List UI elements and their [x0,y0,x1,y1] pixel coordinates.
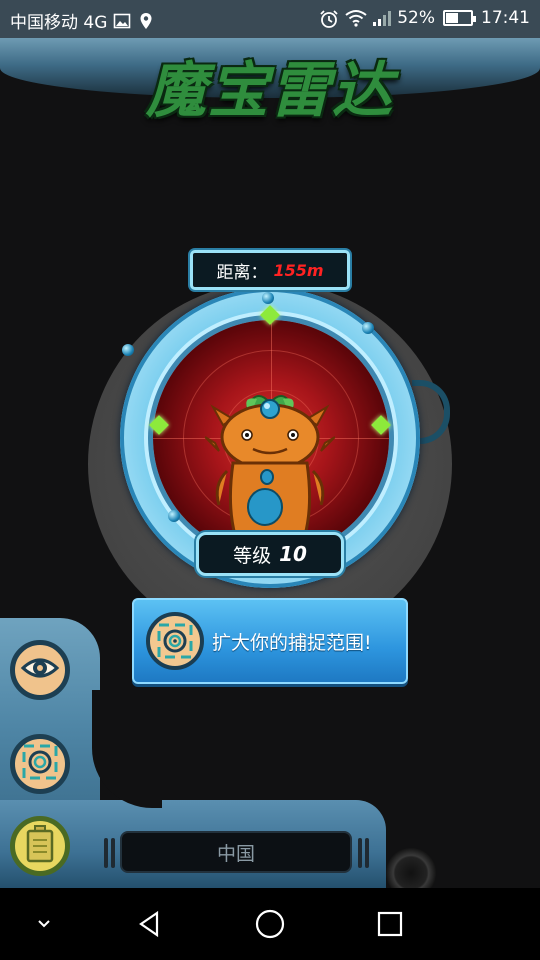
battery-fill [446,13,458,23]
level-badge: 等级 10 [196,532,344,576]
radar-bead [362,322,374,334]
radar-bead [168,510,180,522]
recents-icon[interactable] [368,902,412,946]
battery-percent: 52% [397,8,435,28]
status-bar: 中国移动 4G 52% 17:41 [0,0,540,38]
target-icon [146,612,204,670]
level-value: 10 [279,542,307,566]
expand-range-button[interactable]: 扩大你的捕捉范围! [132,598,408,684]
range-button[interactable] [10,734,70,794]
region-grip [365,838,369,868]
panel-cutout [92,690,162,808]
chevron-down-icon[interactable] [22,902,66,946]
navigation-bar [0,888,540,960]
expand-range-label: 扩大你的捕捉范围! [212,631,372,654]
status-right: 52% 17:41 [319,8,530,28]
monster-creature[interactable] [204,385,336,537]
back-icon[interactable] [128,902,172,946]
radar-bead [122,344,134,356]
eye-icon [20,648,60,692]
region-grip [111,838,115,868]
region-grip [104,838,108,868]
wifi-icon [345,9,367,27]
battery-icon [443,10,476,26]
clock: 17:41 [481,8,530,28]
alarm-icon [319,9,338,28]
target-icon [20,742,60,786]
home-icon[interactable] [248,902,292,946]
status-left: 中国移动 4G [10,8,155,33]
radar-bead [262,292,274,304]
carrier-label: 中国移动 4G [10,13,108,33]
region-selector[interactable]: 中国 [120,831,352,873]
eye-button[interactable] [10,640,70,700]
signal-icon [371,9,392,27]
level-label: 等级 [233,544,272,567]
distance-readout: 距离： 155m [190,250,350,290]
distance-label: 距离： [216,262,268,283]
page-title: 魔宝雷达 [146,56,394,126]
battery-icon [22,824,58,868]
image-icon [113,12,131,30]
region-grip [358,838,362,868]
distance-value: 155m [273,260,324,280]
battery-button[interactable] [10,816,70,876]
location-icon [137,12,155,30]
